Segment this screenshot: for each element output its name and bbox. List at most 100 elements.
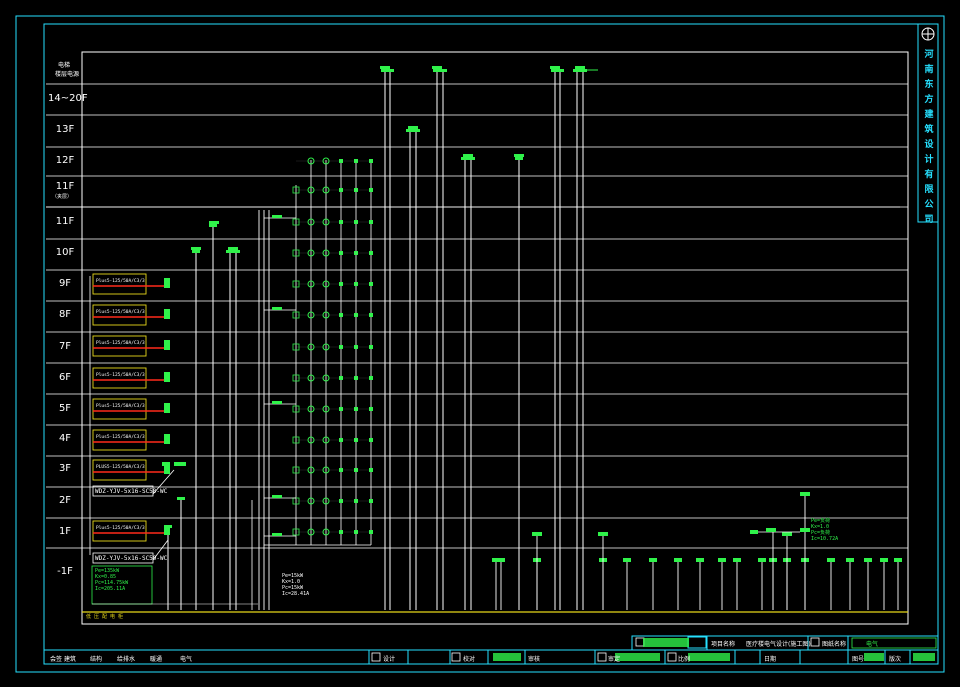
tap-cabinet	[272, 307, 282, 310]
riser-tag	[408, 126, 418, 129]
panel-load	[164, 372, 170, 382]
breaker-label: Plus5-125/50A/C3/3	[96, 309, 145, 315]
breaker-label: Plus5-125/50A/C3/3	[96, 278, 145, 284]
tb-reviewer: 审核	[528, 656, 541, 663]
system-diagram: Plus5-125/50A/C3/3 Plus5-125/50A/C3/3 Plus…	[15, 15, 945, 673]
panel-load	[164, 278, 170, 288]
breaker-label: PLUS5-125/50A/C3/3	[96, 464, 145, 470]
tb-sheet: 图号	[852, 656, 865, 663]
panel-load	[164, 340, 170, 350]
checkbox-icon	[597, 652, 607, 662]
floor-label: 9F	[58, 278, 72, 289]
panel-box	[92, 520, 147, 542]
tb-version: 版次	[889, 656, 902, 663]
panel-box	[92, 273, 147, 295]
tb-checker: 校对	[463, 656, 476, 663]
riser-tag	[463, 154, 473, 157]
feeder-cabinet	[758, 558, 766, 562]
load-calc-2: Pe=15kW Kx=1.0 Pc=15kW Ic=28.41A	[282, 573, 310, 597]
floor-label: 8F	[58, 309, 72, 320]
feeder-cabinet	[649, 558, 657, 562]
feeder-cabinet	[532, 532, 542, 536]
floor-label: 11F	[55, 181, 75, 192]
feeder-cabinet	[800, 528, 810, 532]
panel-box	[92, 398, 147, 420]
cable-label-2f: WDZ-YJV-5x16-SC50-WC	[95, 488, 168, 495]
floor-label: 2F	[58, 495, 72, 506]
riser-cabinet	[556, 69, 564, 72]
feeder-cabinet	[674, 558, 682, 562]
floor-label: 5F	[58, 403, 72, 414]
riser-tag	[209, 221, 219, 224]
header-label-2: 楼层电源	[55, 71, 80, 78]
floor-label: -1F	[57, 566, 73, 577]
feeder-cabinet	[864, 558, 872, 562]
tb-scale: 比例	[678, 656, 691, 663]
riser-cabinet	[579, 69, 587, 72]
riser-tag	[550, 66, 560, 69]
panel-box	[92, 429, 147, 451]
riser-tag	[575, 66, 585, 69]
panel-tag	[174, 462, 186, 466]
riser-tag	[228, 247, 238, 250]
riser-cabinet	[232, 250, 240, 253]
breaker-label: Plus5-125/50A/C3/3	[96, 372, 145, 378]
feeder-cabinet	[846, 558, 854, 562]
tb-row2-3: 给排水	[117, 656, 136, 663]
feeder-cabinet	[497, 558, 505, 562]
floor-label: 3F	[58, 463, 72, 474]
tb-designer: 设计	[383, 656, 396, 663]
panel-load	[164, 403, 170, 413]
feeder-cabinet	[880, 558, 888, 562]
feeder-cabinet	[782, 532, 792, 536]
bottom-bar-label: 低 压 配 电 柜	[86, 614, 124, 620]
riser-cabinet	[209, 224, 217, 227]
checkbox-icon	[635, 637, 645, 647]
load-calc-3: Pe=负荷 Kx=1.0 Pc=负荷 Ic=10.72A	[811, 518, 839, 542]
cable-label-1f: WDZ-YJV-5x16-SC50-WC	[95, 555, 168, 562]
tb-date: 日期	[764, 656, 777, 663]
tb-row2-1: 建筑	[64, 656, 77, 663]
riser-cabinet	[386, 69, 394, 72]
load-calc-1: Pe=135kW Kx=0.85 Pc=114.75kW Ic=205.11A	[95, 568, 129, 592]
panel-box	[92, 459, 147, 481]
floor-label: 13F	[55, 124, 75, 135]
feeder-cabinet	[718, 558, 726, 562]
floor-label: 7F	[58, 341, 72, 352]
floor-label: 6F	[58, 372, 72, 383]
panel-box	[92, 304, 147, 326]
riser-tag	[514, 154, 524, 157]
riser-cabinet	[192, 250, 200, 253]
riser-tag	[432, 66, 442, 69]
feeder-cabinet	[623, 558, 631, 562]
riser-cabinet	[467, 157, 475, 160]
floor-note: （夹层）	[52, 194, 73, 200]
feeder-cabinet	[894, 558, 902, 562]
floor-label: 10F	[55, 247, 75, 258]
floor-label: 1F	[58, 526, 72, 537]
checkbox-icon	[810, 637, 820, 647]
riser-cabinet	[439, 69, 447, 72]
feeder-cabinet	[733, 558, 741, 562]
feeder-cabinet	[598, 532, 608, 536]
tb-proj-value: 医疗楼电气设计(施工图)	[746, 641, 811, 648]
floor-label: 12F	[55, 155, 75, 166]
drawing-area	[81, 51, 909, 625]
riser-tag	[380, 66, 390, 69]
panel-box	[92, 335, 147, 357]
floor-label: 14~20F	[48, 93, 88, 104]
tb-discipline: 电气	[866, 641, 879, 648]
panel-load	[164, 434, 170, 444]
tb-approver: 审定	[608, 656, 621, 663]
tap-cabinet	[272, 401, 282, 404]
tap-cabinet	[272, 215, 282, 218]
riser-cabinet	[412, 129, 420, 132]
breaker-label: Plus5-125/50A/C3/3	[96, 403, 145, 409]
feeder-cabinet	[750, 530, 758, 534]
panel-box	[92, 367, 147, 389]
feeder-cabinet	[696, 558, 704, 562]
riser-tag	[191, 247, 201, 250]
risers	[164, 66, 598, 610]
breaker-label: Plus5-125/50A/C3/3	[96, 340, 145, 346]
company-name: 河南东方建筑设计有限公司	[924, 50, 934, 225]
